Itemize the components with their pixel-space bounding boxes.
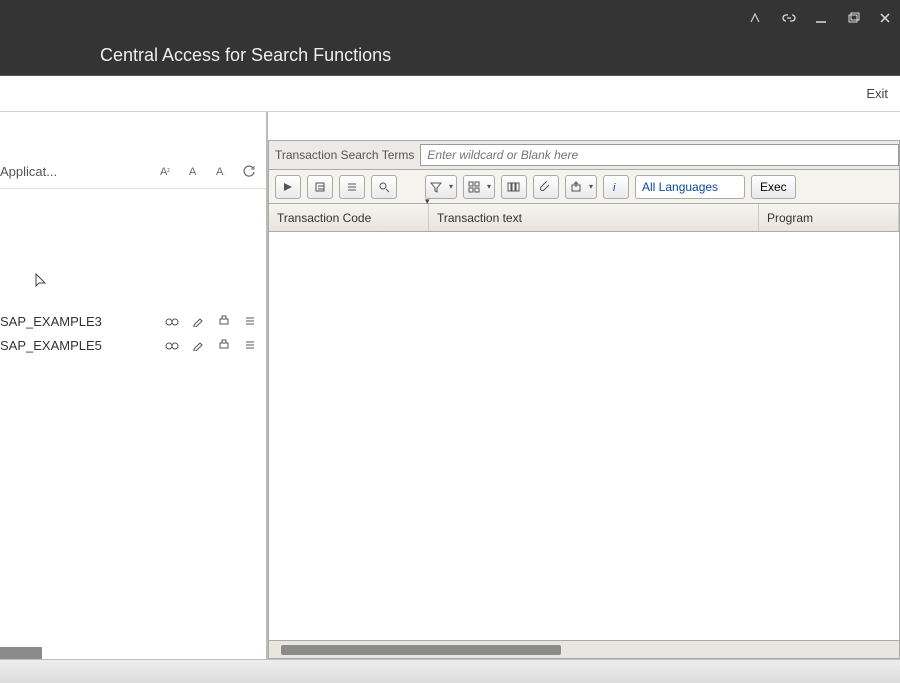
link-icon[interactable] bbox=[780, 9, 798, 27]
list-item[interactable]: SAP_EXAMPLE3 bbox=[0, 309, 266, 333]
print-icon[interactable] bbox=[216, 337, 232, 353]
column-transaction-code[interactable]: Transaction Code bbox=[269, 204, 429, 231]
glasses-icon[interactable] bbox=[164, 313, 180, 329]
list-item[interactable]: SAP_EXAMPLE5 bbox=[0, 333, 266, 357]
tool-filter-icon[interactable] bbox=[425, 175, 457, 199]
left-panel: Applicat... Az A A· SAP_EXAMPLE3 bbox=[0, 112, 268, 659]
list-item-label: SAP_EXAMPLE5 bbox=[0, 338, 164, 353]
svg-text:·: · bbox=[223, 172, 225, 178]
tool-detail-icon[interactable] bbox=[307, 175, 333, 199]
pencil-icon[interactable] bbox=[190, 313, 206, 329]
list-item-label: SAP_EXAMPLE3 bbox=[0, 314, 164, 329]
left-icon-c[interactable]: A· bbox=[212, 162, 230, 180]
more-icon[interactable] bbox=[242, 337, 258, 353]
titlebar-unknown-icon[interactable] bbox=[748, 9, 766, 27]
tool-list-icon[interactable] bbox=[339, 175, 365, 199]
window-titlebar bbox=[0, 0, 900, 36]
tool-first-icon[interactable] bbox=[275, 175, 301, 199]
tool-find-icon[interactable] bbox=[371, 175, 397, 199]
search-input[interactable] bbox=[420, 144, 899, 166]
language-select-value: All Languages bbox=[642, 180, 718, 194]
glasses-icon[interactable] bbox=[164, 337, 180, 353]
right-panel: Transaction Search Terms i All Languages… bbox=[268, 112, 900, 659]
page-header: Central Access for Search Functions bbox=[0, 36, 900, 76]
minimize-icon[interactable] bbox=[812, 9, 830, 27]
svg-text:z: z bbox=[167, 168, 170, 174]
exit-button[interactable]: Exit bbox=[866, 86, 888, 101]
horizontal-scrollbar[interactable] bbox=[268, 641, 900, 659]
scrollbar-thumb[interactable] bbox=[281, 645, 561, 655]
print-icon[interactable] bbox=[216, 313, 232, 329]
tool-attach-icon[interactable] bbox=[533, 175, 559, 199]
tool-sum-icon[interactable] bbox=[463, 175, 495, 199]
left-icon-b[interactable]: A bbox=[184, 162, 202, 180]
grid-toolbar: i All Languages Exec bbox=[268, 170, 900, 204]
tool-info-icon[interactable]: i bbox=[603, 175, 629, 199]
left-filter-row: Applicat... Az A A· bbox=[0, 112, 266, 189]
tool-export-icon[interactable] bbox=[565, 175, 597, 199]
main-content: Applicat... Az A A· SAP_EXAMPLE3 bbox=[0, 112, 900, 659]
language-select[interactable]: All Languages bbox=[635, 175, 745, 199]
column-program[interactable]: Program bbox=[759, 204, 899, 231]
svg-text:i: i bbox=[613, 182, 616, 193]
tool-layout-icon[interactable] bbox=[501, 175, 527, 199]
pencil-icon[interactable] bbox=[190, 337, 206, 353]
search-label: Transaction Search Terms bbox=[269, 148, 420, 162]
cursor-icon bbox=[34, 272, 48, 290]
restore-icon[interactable] bbox=[844, 9, 862, 27]
left-filter-icons: Az A A· bbox=[156, 162, 266, 180]
column-transaction-text[interactable]: Transaction text bbox=[429, 204, 759, 231]
execute-button[interactable]: Exec bbox=[751, 175, 796, 199]
more-icon[interactable] bbox=[242, 313, 258, 329]
left-icon-refresh[interactable] bbox=[240, 162, 258, 180]
left-filter-label: Applicat... bbox=[0, 164, 57, 179]
close-icon[interactable] bbox=[876, 9, 894, 27]
grid-body bbox=[268, 232, 900, 641]
left-list: SAP_EXAMPLE3 SAP_EXAMPLE5 bbox=[0, 309, 266, 357]
grid-header: Transaction Code Transaction text Progra… bbox=[268, 204, 900, 232]
search-row: Transaction Search Terms bbox=[268, 140, 900, 170]
left-icon-a[interactable]: Az bbox=[156, 162, 174, 180]
status-bar bbox=[0, 659, 900, 683]
action-bar: Exit bbox=[0, 76, 900, 112]
left-bottom-accent bbox=[0, 647, 42, 659]
page-title: Central Access for Search Functions bbox=[100, 45, 391, 66]
svg-text:A: A bbox=[189, 166, 197, 178]
